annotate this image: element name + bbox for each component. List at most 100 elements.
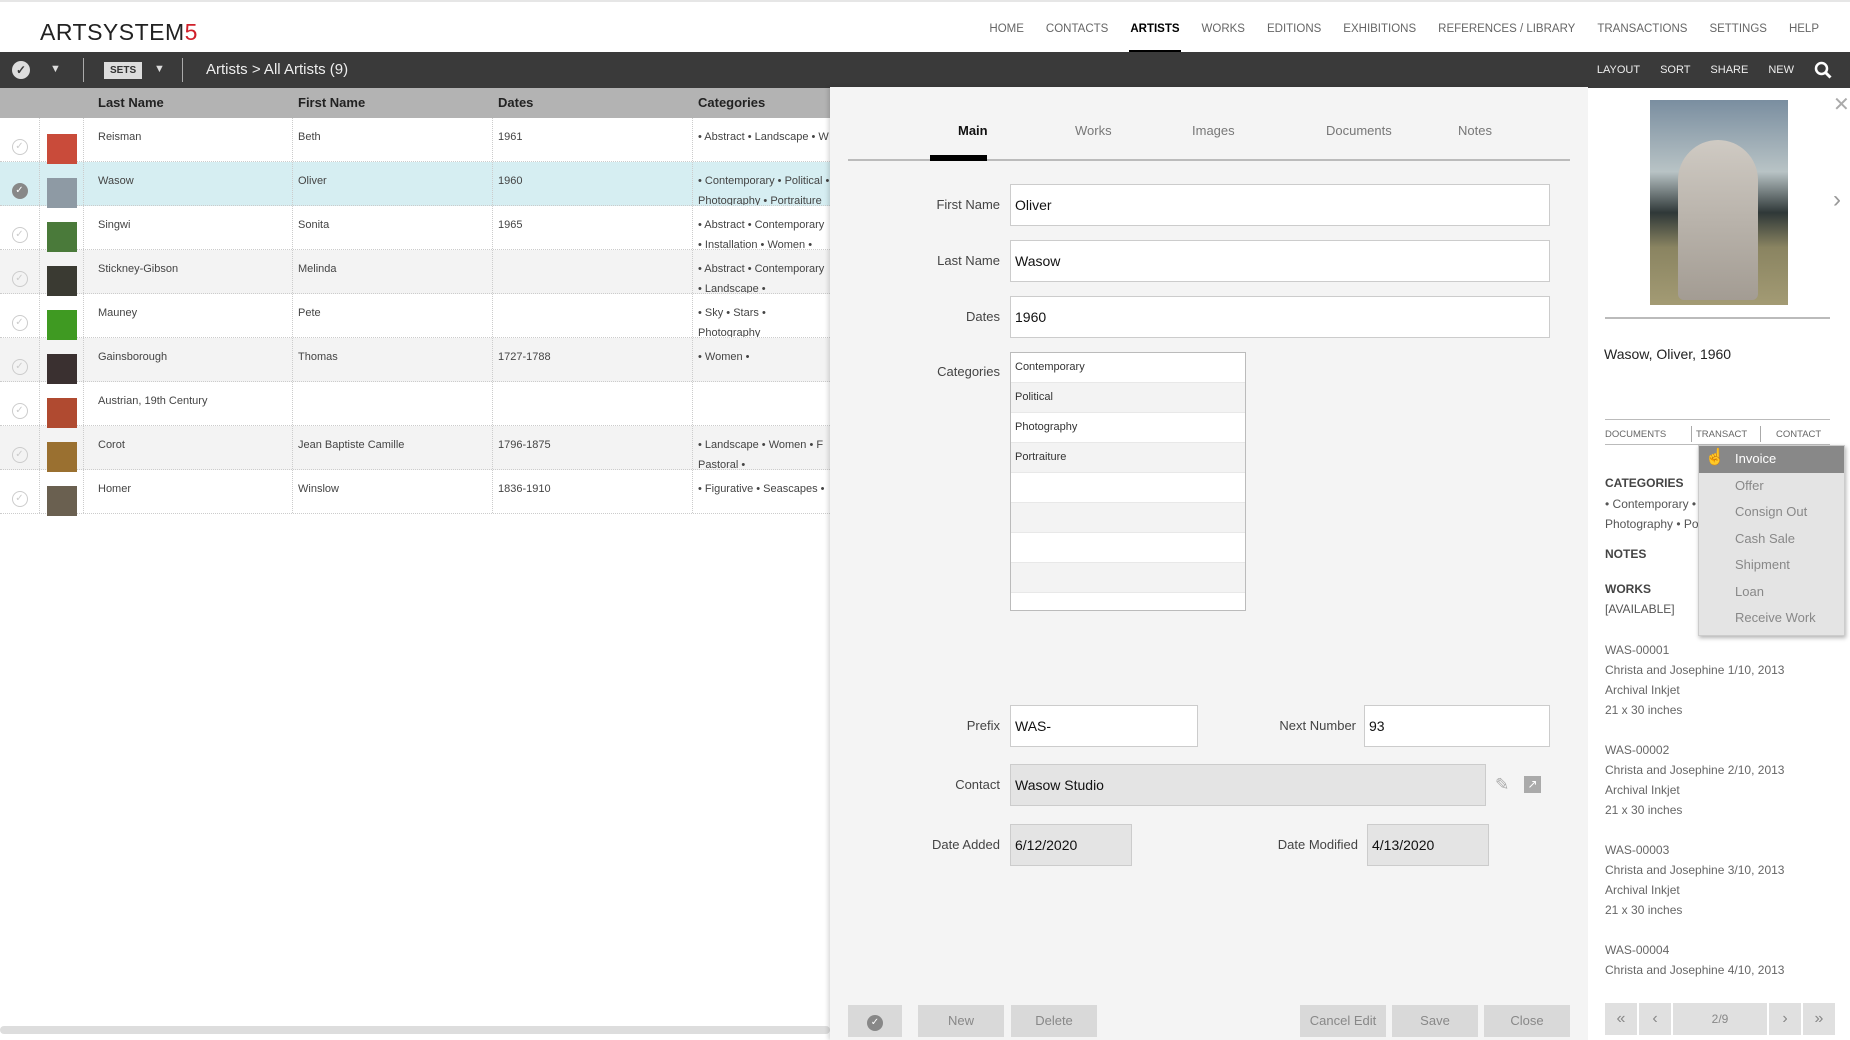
nav-references-library[interactable]: REFERENCES / LIBRARY — [1427, 2, 1586, 54]
row-checkbox-icon[interactable]: ✓ — [11, 403, 28, 419]
col-first-name[interactable]: First Name — [293, 88, 493, 118]
row-checkbox-icon[interactable]: ✓ — [11, 227, 28, 243]
row-checkbox-icon[interactable]: ✓ — [11, 491, 28, 507]
table-row[interactable]: ✓ Gainsborough Thomas 1727-1788 • Women • — [0, 338, 830, 384]
prev-page-button[interactable]: ‹ — [1639, 1003, 1671, 1035]
menu-item-receive-work[interactable]: Receive Work — [1699, 605, 1844, 632]
artist-thumbnail[interactable] — [46, 442, 77, 472]
side-tab-transact[interactable]: TRANSACT — [1696, 429, 1747, 440]
open-link-icon[interactable]: ↗ — [1524, 776, 1541, 793]
dates-field[interactable]: 1960 — [1010, 296, 1550, 338]
category-item[interactable]: Portraiture — [1011, 443, 1245, 473]
table-row[interactable]: ✓ Homer Winslow 1836-1910 • Figurative • Sea… — [0, 470, 830, 516]
row-checkbox-icon[interactable]: ✓ — [11, 359, 28, 375]
layout-button[interactable]: LAYOUT — [1597, 64, 1640, 76]
new-record-button[interactable]: New — [918, 1005, 1004, 1037]
category-item[interactable]: Political — [1011, 383, 1245, 413]
table-row[interactable]: ✓ Reisman Beth 1961 • Abstract • Landscape •… — [0, 118, 830, 164]
close-icon[interactable]: ✕ — [1833, 92, 1850, 117]
nav-editions[interactable]: EDITIONS — [1256, 2, 1332, 54]
artist-thumbnail[interactable] — [46, 178, 77, 208]
nav-transactions[interactable]: TRANSACTIONS — [1586, 2, 1698, 54]
work-item[interactable]: WAS-00002 Christa and Josephine 2/10, 201… — [1605, 740, 1815, 820]
logo[interactable]: ARTSYSTEM5 — [40, 19, 198, 46]
table-row[interactable]: ✓ Singwi Sonita 1965 • Abstract • Contempora… — [0, 206, 830, 252]
search-icon[interactable] — [1814, 61, 1832, 79]
artist-image[interactable] — [1650, 100, 1788, 305]
artist-thumbnail[interactable] — [46, 266, 77, 296]
sort-button[interactable]: SORT — [1660, 64, 1690, 76]
confirm-button[interactable]: ✓ — [848, 1005, 902, 1037]
edit-pencil-icon[interactable]: ✎ — [1495, 775, 1509, 795]
artist-thumbnail[interactable] — [46, 354, 77, 384]
prefix-field[interactable]: WAS- — [1010, 705, 1198, 747]
category-item[interactable] — [1011, 533, 1245, 563]
row-select-cell[interactable]: ✓ — [0, 294, 40, 337]
category-item[interactable]: Contemporary — [1011, 353, 1245, 383]
row-select-cell[interactable]: ✓ — [0, 162, 40, 205]
chevron-right-icon[interactable]: › — [1833, 186, 1841, 214]
sets-caret-icon[interactable]: ▼ — [154, 63, 165, 75]
share-button[interactable]: SHARE — [1710, 64, 1748, 76]
menu-item-loan[interactable]: Loan — [1699, 579, 1844, 606]
table-row[interactable]: ✓ Wasow Oliver 1960 • Contemporary • Politic… — [0, 162, 830, 208]
delete-button[interactable]: Delete — [1011, 1005, 1097, 1037]
breadcrumb[interactable]: Artists > All Artists (9) — [206, 61, 348, 78]
artist-thumbnail[interactable] — [46, 134, 77, 164]
row-select-cell[interactable]: ✓ — [0, 338, 40, 381]
col-dates[interactable]: Dates — [493, 88, 693, 118]
menu-item-offer[interactable]: Offer — [1699, 473, 1844, 500]
side-tab-contact[interactable]: CONTACT — [1776, 429, 1821, 440]
tab-notes[interactable]: Notes — [1458, 123, 1492, 138]
side-tab-documents[interactable]: DOCUMENTS — [1605, 429, 1666, 440]
tab-main[interactable]: Main — [958, 123, 988, 138]
table-row[interactable]: ✓ Mauney Pete • Sky • Stars • Photography — [0, 294, 830, 340]
row-checkbox-icon[interactable]: ✓ — [11, 139, 28, 155]
category-item[interactable]: Photography — [1011, 413, 1245, 443]
category-item[interactable] — [1011, 503, 1245, 533]
horizontal-scrollbar[interactable] — [0, 1026, 830, 1034]
menu-item-cash-sale[interactable]: Cash Sale — [1699, 526, 1844, 553]
menu-item-consign-out[interactable]: Consign Out — [1699, 499, 1844, 526]
category-item[interactable] — [1011, 563, 1245, 593]
row-select-cell[interactable]: ✓ — [0, 118, 40, 161]
cancel-edit-button[interactable]: Cancel Edit — [1300, 1005, 1386, 1037]
nav-contacts[interactable]: CONTACTS — [1035, 2, 1119, 54]
artist-thumbnail[interactable] — [46, 398, 77, 428]
tab-images[interactable]: Images — [1192, 123, 1235, 138]
table-row[interactable]: ✓ Stickney-Gibson Melinda • Abstract • Cont… — [0, 250, 830, 296]
row-checkbox-icon[interactable]: ✓ — [11, 447, 28, 463]
category-item[interactable] — [1011, 473, 1245, 503]
nav-artists[interactable]: ARTISTS — [1119, 2, 1190, 54]
table-row[interactable]: ✓ Austrian, 19th Century — [0, 382, 830, 428]
row-select-cell[interactable]: ✓ — [0, 382, 40, 425]
nav-exhibitions[interactable]: EXHIBITIONS — [1332, 2, 1427, 54]
select-menu-caret-icon[interactable]: ▼ — [50, 63, 61, 75]
nav-settings[interactable]: SETTINGS — [1698, 2, 1778, 54]
row-select-cell[interactable]: ✓ — [0, 470, 40, 513]
artist-thumbnail[interactable] — [46, 222, 77, 252]
categories-list[interactable]: Contemporary Political Photography Portrait… — [1010, 352, 1246, 611]
new-button[interactable]: NEW — [1768, 64, 1794, 76]
row-select-cell[interactable]: ✓ — [0, 426, 40, 469]
contact-field[interactable]: Wasow Studio — [1010, 764, 1486, 806]
col-last-name[interactable]: Last Name — [84, 88, 293, 118]
row-checkbox-icon[interactable]: ✓ — [11, 183, 28, 199]
col-categories[interactable]: Categories — [693, 88, 830, 118]
first-page-button[interactable]: « — [1605, 1003, 1637, 1035]
row-select-cell[interactable]: ✓ — [0, 250, 40, 293]
tab-works[interactable]: Works — [1075, 123, 1112, 138]
work-item[interactable]: WAS-00003 Christa and Josephine 3/10, 201… — [1605, 840, 1815, 920]
next-page-button[interactable]: › — [1769, 1003, 1801, 1035]
nav-works[interactable]: WORKS — [1191, 2, 1256, 54]
tab-documents[interactable]: Documents — [1326, 123, 1392, 138]
nav-help[interactable]: HELP — [1778, 2, 1830, 54]
row-select-cell[interactable]: ✓ — [0, 206, 40, 249]
last-page-button[interactable]: » — [1803, 1003, 1835, 1035]
row-checkbox-icon[interactable]: ✓ — [11, 315, 28, 331]
last-name-field[interactable]: Wasow — [1010, 240, 1550, 282]
table-row[interactable]: ✓ Corot Jean Baptiste Camille 1796-1875 • La… — [0, 426, 830, 472]
first-name-field[interactable]: Oliver — [1010, 184, 1550, 226]
artist-thumbnail[interactable] — [46, 486, 77, 516]
save-button[interactable]: Save — [1392, 1005, 1478, 1037]
